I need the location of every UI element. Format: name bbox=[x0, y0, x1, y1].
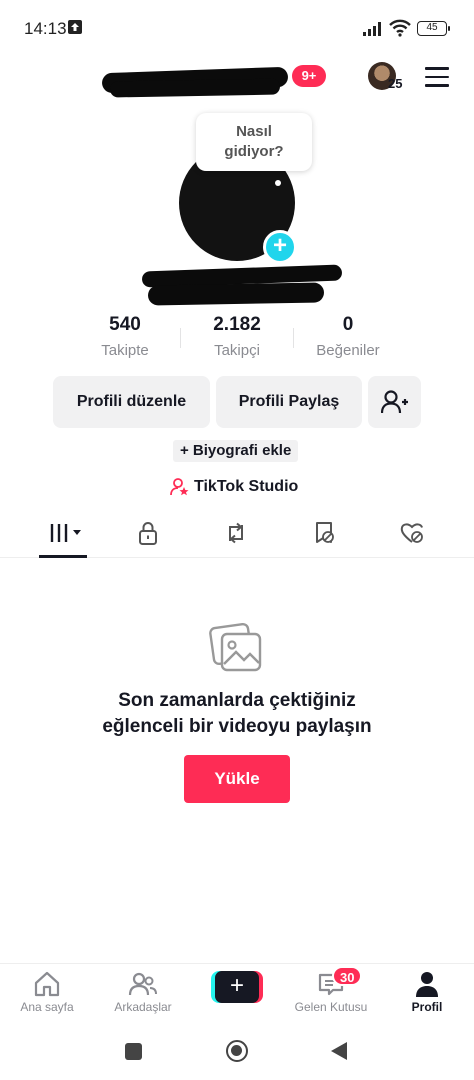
nav-inbox-label: Gelen Kutusu bbox=[294, 1000, 368, 1014]
bubble-tail bbox=[275, 180, 281, 186]
stat-value: 2.182 bbox=[213, 314, 261, 335]
wifi-icon bbox=[389, 19, 411, 37]
profile-stats: 540 Takipte 2.182 Takipçi 0 Beğeniler bbox=[0, 314, 474, 364]
tiktok-studio-link[interactable]: TikTok Studio bbox=[194, 478, 298, 496]
lock-icon bbox=[139, 522, 157, 545]
bubble-line-2: gidiyor? bbox=[224, 143, 284, 160]
back-button[interactable] bbox=[331, 1042, 347, 1060]
empty-state-line-2: eğlenceli bir videoyu paylaşın bbox=[102, 716, 372, 737]
grid-icon bbox=[50, 524, 81, 542]
nav-friends-label: Arkadaşlar bbox=[114, 1000, 172, 1014]
menu-icon[interactable] bbox=[425, 67, 449, 87]
signal-icon bbox=[363, 22, 381, 36]
home-button[interactable] bbox=[226, 1040, 248, 1062]
friends-icon bbox=[128, 972, 157, 996]
nav-profile[interactable]: Profil bbox=[382, 970, 472, 1014]
status-time: 14:13 bbox=[24, 19, 67, 38]
add-person-icon bbox=[381, 390, 408, 414]
bookmark-eye-off-icon bbox=[316, 522, 334, 543]
profile-tabs bbox=[0, 512, 474, 558]
tab-liked-hidden[interactable] bbox=[392, 520, 432, 550]
account-count: 25 bbox=[388, 76, 403, 91]
stat-followers[interactable]: 2.182 Takipçi bbox=[177, 314, 297, 359]
repost-icon bbox=[229, 522, 243, 544]
active-tab-indicator bbox=[39, 555, 87, 558]
nav-home[interactable]: Ana sayfa bbox=[2, 970, 92, 1014]
plus-icon: + bbox=[215, 971, 259, 1003]
tab-reposts[interactable] bbox=[216, 520, 256, 550]
redacted-username-extra bbox=[109, 78, 281, 98]
stat-following[interactable]: 540 Takipte bbox=[65, 314, 185, 359]
upload-button[interactable]: Yükle bbox=[184, 755, 290, 803]
add-bio-button[interactable]: + Biyografi ekle bbox=[173, 440, 299, 462]
recent-apps-button[interactable] bbox=[125, 1043, 142, 1060]
redacted-handle-extra bbox=[147, 282, 325, 306]
notification-badge[interactable]: 9+ bbox=[292, 65, 326, 87]
stat-likes[interactable]: 0 Beğeniler bbox=[288, 314, 408, 359]
upload-notification-icon bbox=[68, 20, 82, 34]
share-profile-button[interactable]: Profili Paylaş bbox=[216, 376, 362, 428]
bubble-line-1: Nasıl bbox=[236, 123, 272, 140]
tab-private[interactable] bbox=[128, 520, 168, 550]
heart-eye-off-icon bbox=[400, 523, 423, 543]
add-friend-button[interactable] bbox=[368, 376, 421, 428]
empty-state-line-1: Son zamanlarda çektiğiniz bbox=[118, 690, 356, 711]
create-button[interactable]: + bbox=[211, 971, 263, 1003]
system-navigation-bar bbox=[0, 1025, 474, 1080]
nav-home-label: Ana sayfa bbox=[20, 1000, 74, 1014]
tab-favorites-hidden[interactable] bbox=[304, 520, 344, 550]
tiktok-studio-icon bbox=[170, 478, 189, 496]
stat-label: Takipçi bbox=[214, 342, 260, 359]
stat-label: Beğeniler bbox=[316, 342, 380, 359]
stat-value: 0 bbox=[342, 314, 354, 335]
nav-profile-label: Profil bbox=[411, 1000, 443, 1014]
status-bubble[interactable]: Nasıl gidiyor? bbox=[196, 113, 312, 171]
profile-icon bbox=[416, 972, 438, 997]
add-photo-button[interactable]: + bbox=[263, 230, 297, 264]
battery-indicator: 45 bbox=[417, 21, 450, 36]
empty-state-title: Son zamanlarda çektiğiniz eğlenceli bir … bbox=[0, 688, 474, 740]
nav-friends[interactable]: Arkadaşlar bbox=[98, 970, 188, 1014]
tab-videos[interactable] bbox=[44, 520, 84, 550]
status-bar: 14:13 45 bbox=[0, 0, 474, 56]
nav-inbox[interactable]: Gelen Kutusu bbox=[286, 970, 376, 1014]
stat-value: 540 bbox=[109, 314, 141, 335]
home-icon bbox=[34, 971, 60, 997]
edit-profile-button[interactable]: Profili düzenle bbox=[53, 376, 210, 428]
photo-placeholder-icon bbox=[209, 622, 262, 672]
stat-label: Takipte bbox=[101, 342, 149, 359]
inbox-badge: 30 bbox=[332, 966, 363, 986]
